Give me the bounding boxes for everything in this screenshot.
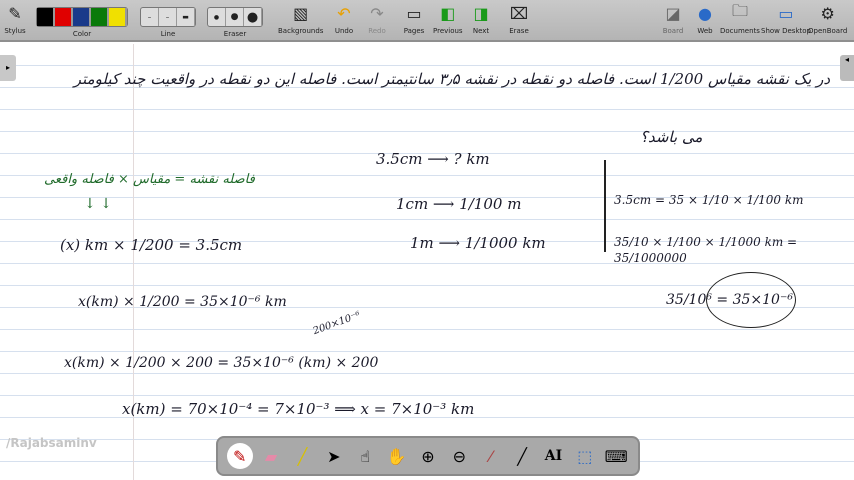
erase-icon: ⌧ [509,3,529,23]
selector-tool[interactable]: ➤ [321,443,347,469]
color-green[interactable] [91,8,109,26]
redo-icon: ↷ [370,3,384,23]
color-group: Color [36,2,128,38]
capture-tool[interactable]: ⬚ [572,443,598,469]
question-line-1: در یک نقشه مقیاس 1/200 است. فاصله دو نقط… [73,70,830,88]
equation-3: x(km) × 1/200 × 200 = 35×10⁻⁶ (km) × 200 [64,355,379,371]
question-line-2: می باشد؟ [640,128,703,146]
top-toolbar: ✎ Stylus Color – – ▬ Line ● ● ● Eraser ▧ Backg… [0,0,854,42]
erase-button[interactable]: ⌧ Erase [508,2,530,36]
line-medium[interactable]: – [159,8,177,26]
eraser-group: ● ● ● Eraser [207,2,263,38]
eraser-small[interactable]: ● [208,8,226,26]
formula-arrows: ↓ ↓ [84,196,112,212]
stylus-button[interactable]: ✎ Stylus [4,2,26,36]
result-2: 35/10 × 1/100 × 1/1000 km = 35/1000000 [614,235,798,265]
line-thick[interactable]: ▬ [177,8,195,26]
undo-icon: ↶ [337,3,351,23]
eraser-large[interactable]: ● [244,8,262,26]
hand-tool[interactable]: ✋ [384,443,410,469]
conversion-3: 1m ⟶ 1/1000 km [410,234,546,252]
add-page-icon: ▭ [406,3,422,23]
eraser-tool[interactable]: ▰ [258,443,284,469]
documents-button[interactable]: 🗀 Documents [720,0,760,36]
color-blue[interactable] [73,8,91,26]
conversion-2: 1cm ⟶ 1/100 m [396,195,522,213]
color-red[interactable] [55,8,73,26]
eraser-medium[interactable]: ● [226,8,244,26]
laser-pointer-tool[interactable]: ⁄ [478,443,504,469]
tool-dock: ✎ ▰ ╱ ➤ ☝ ✋ ⊕ ⊖ ⁄ ╱ AI ⬚ ⌨ [216,436,640,476]
backgrounds-button[interactable]: ▧ Backgrounds [278,2,323,36]
show-desktop-button[interactable]: ▭ Show Desktop [761,2,811,36]
text-tool[interactable]: AI [540,443,566,469]
divider-stroke [604,160,606,252]
color-black[interactable] [37,8,55,26]
pen-tool[interactable]: ✎ [226,443,253,469]
result-1: 3.5cm = 35 × 1/10 × 1/100 km [614,193,804,207]
line-group: – – ▬ Line [140,2,196,38]
line-tool[interactable]: ╱ [509,443,535,469]
marker-tool[interactable]: ╱ [289,443,315,469]
undo-button[interactable]: ↶ Undo [333,2,355,36]
openboard-icon: ⚙ [820,3,835,23]
next-button[interactable]: ◨ Next [470,2,492,36]
monitor-icon: ▭ [778,3,794,23]
formula-text: فاصله نقشه = مقیاس × فاصله واقعی [44,172,255,187]
conversion-1: 3.5cm ⟶ ? km [376,150,490,168]
previous-button[interactable]: ◧ Previous [433,2,463,36]
pages-button[interactable]: ▭ Pages [403,2,425,36]
stylus-icon: ✎ [8,3,22,23]
line-thin[interactable]: – [141,8,159,26]
library-toggle[interactable]: ▸ [0,55,16,81]
folder-icon: 🗀 [731,0,748,20]
board-icon: ◪ [665,3,681,23]
keyboard-tool[interactable]: ⌨ [603,443,629,469]
backgrounds-icon: ▧ [293,3,309,23]
equation-2: x(km) × 1/200 = 35×10⁻⁶ km [78,294,287,310]
equation-4: x(km) = 70×10⁻⁴ = 7×10⁻³ ⟹ x = 7×10⁻³ km [122,400,475,418]
color-yellow[interactable] [109,8,127,26]
interact-tool[interactable]: ☝ [352,443,378,469]
answer-circle [706,272,796,328]
next-page-icon: ◨ [473,3,489,23]
equation-1: (x) km × 1/200 = 3.5cm [60,236,243,254]
openboard-button[interactable]: ⚙ OpenBoard [808,2,847,36]
globe-icon: ● [698,3,712,23]
zoom-out-tool[interactable]: ⊖ [446,443,472,469]
board-button[interactable]: ◪ Board [662,2,684,36]
page-panel-toggle[interactable]: ◂ [840,55,854,81]
redo-button[interactable]: ↷ Redo [366,2,388,36]
web-button[interactable]: ● Web [694,2,716,36]
watermark: /Rajabsaminv [6,436,97,450]
zoom-in-tool[interactable]: ⊕ [415,443,441,469]
previous-page-icon: ◧ [440,3,456,23]
